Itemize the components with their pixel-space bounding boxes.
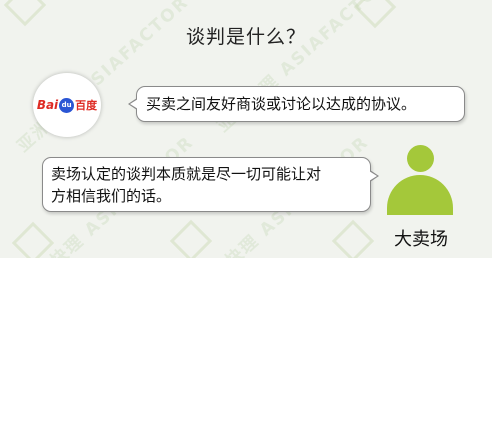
logo-latin-text: Bai (36, 98, 59, 112)
bubble-essence-line-1: 卖场认定的谈判本质就是尽一切可能让对 (51, 165, 322, 183)
watermark-hex-icon (169, 219, 213, 258)
illustration-panel: 亚洲快理 ASIAFACTOR 亚洲快理 ASIAFACTOR 亚洲快理 ASI… (0, 0, 492, 258)
paw-icon: du (59, 97, 75, 113)
watermark-hex-icon (331, 219, 375, 258)
page-title: 谈判是什么？ (185, 26, 306, 48)
blank-area (0, 258, 492, 431)
baidu-logo-icon: Bai du 百度 (33, 73, 101, 137)
logo-chinese-text: 百度 (75, 99, 98, 112)
speech-bubble-definition: 买卖之间友好商谈或讨论以达成的协议。 (128, 86, 465, 122)
person-torso (387, 175, 453, 215)
bubble-definition-text: 买卖之间友好商谈或讨论以达成的协议。 (146, 95, 417, 113)
person-label: 大卖场 (394, 229, 448, 250)
bubble-essence-line-2: 方相信我们的话。 (51, 187, 172, 205)
person-head (407, 145, 434, 172)
person-silhouette-icon (387, 145, 453, 220)
speech-bubble-essence: 卖场认定的谈判本质就是尽一切可能让对 方相信我们的话。 (42, 157, 379, 212)
